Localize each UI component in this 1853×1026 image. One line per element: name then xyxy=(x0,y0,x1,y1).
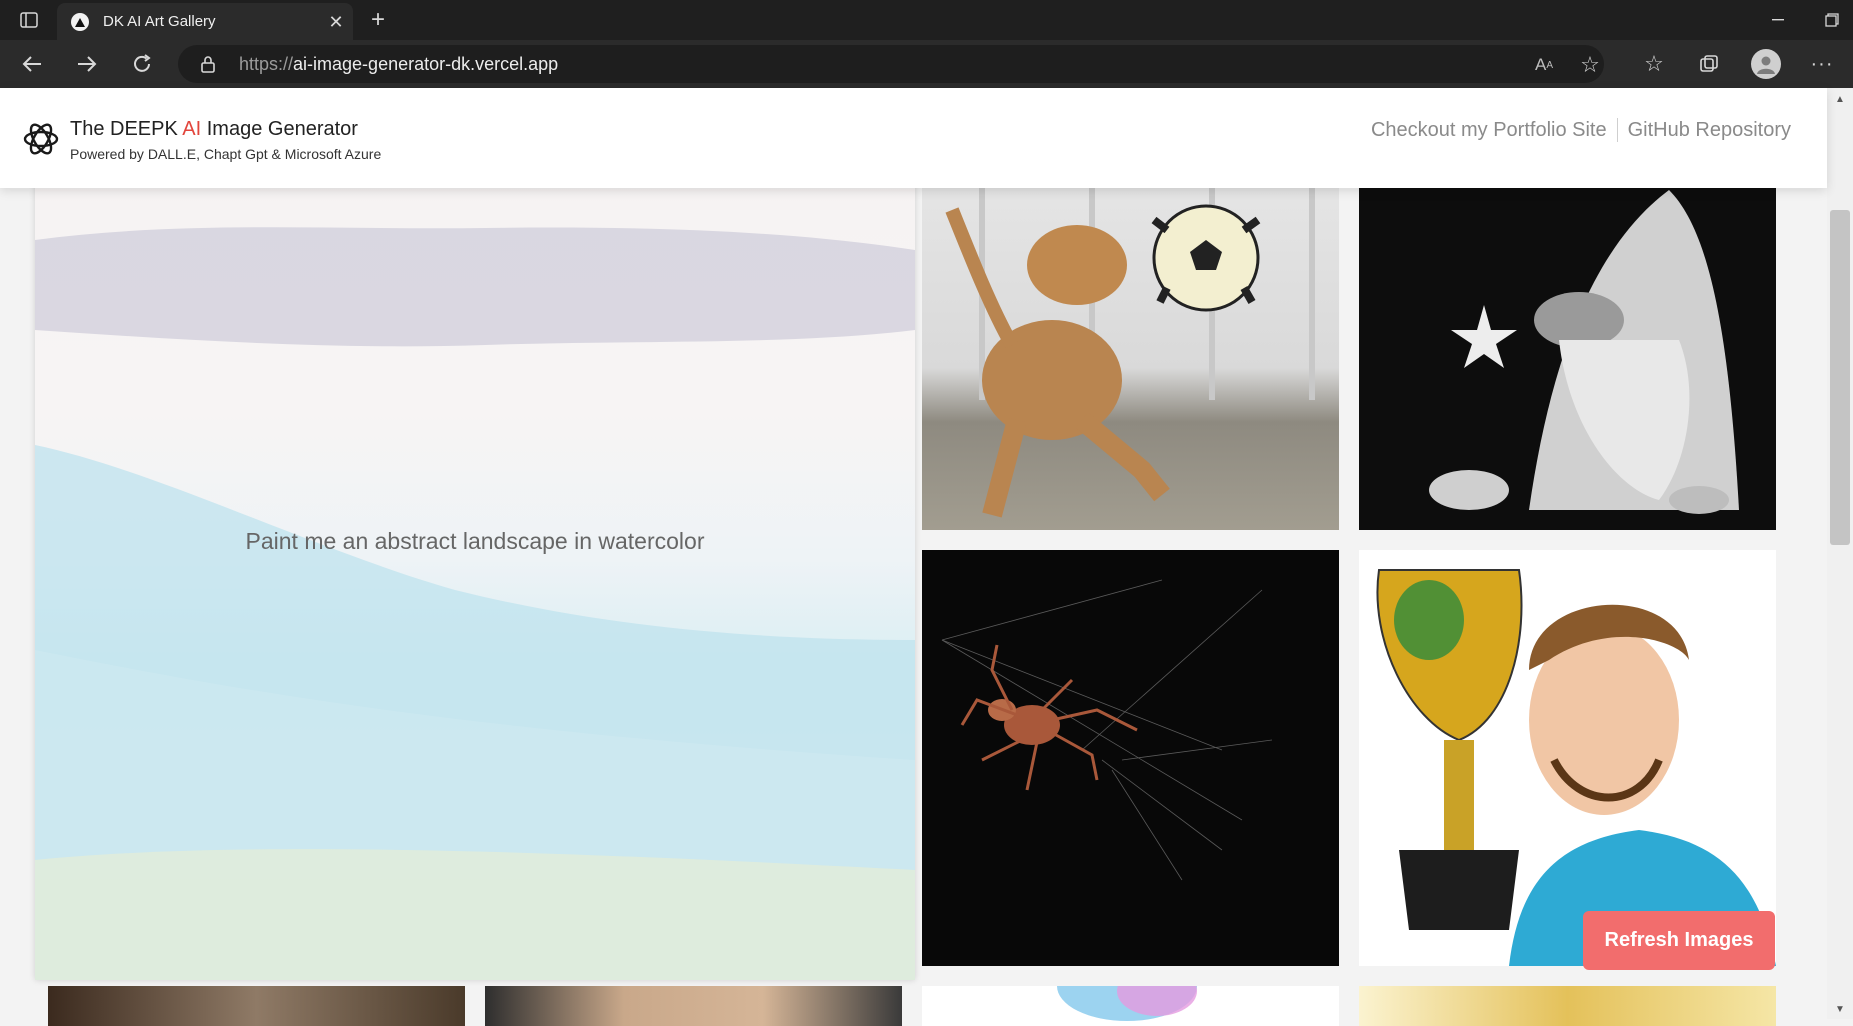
gnome-sculpture-image xyxy=(1429,190,1739,514)
nav-divider xyxy=(1616,118,1618,142)
scroll-up-arrow-icon[interactable]: ▲ xyxy=(1835,94,1845,105)
collections-icon[interactable] xyxy=(1695,50,1723,78)
gallery-image-spider[interactable] xyxy=(922,550,1339,966)
minimize-window-icon[interactable] xyxy=(1766,8,1790,32)
gallery-image-dog[interactable] xyxy=(922,170,1339,530)
site-title: The DEEPK AI Image Generator xyxy=(70,118,358,140)
spider-web-image xyxy=(941,579,1273,881)
gallery-image-footballer[interactable] xyxy=(1359,550,1776,966)
close-tab-icon[interactable]: ✕ xyxy=(327,12,345,32)
github-link[interactable]: GitHub Repository xyxy=(1628,119,1791,142)
url-text: https://ai-image-generator-dk.vercel.app xyxy=(239,54,559,74)
gallery-image-bottom-4[interactable] xyxy=(1359,986,1776,1026)
footballer-trophy-image xyxy=(1376,569,1776,966)
watercolor-landscape-image xyxy=(35,227,915,980)
gallery-image-bottom-1[interactable] xyxy=(48,986,465,1026)
restore-window-icon[interactable] xyxy=(1820,8,1844,32)
new-tab-icon[interactable]: + xyxy=(366,6,390,33)
site-favicon-icon xyxy=(71,13,89,31)
tab-title: DK AI Art Gallery xyxy=(103,13,216,30)
featured-image-card[interactable]: Paint me an abstract landscape in waterc… xyxy=(35,170,915,980)
browser-tab-active[interactable]: DK AI Art Gallery ✕ xyxy=(57,3,353,40)
reload-icon[interactable] xyxy=(128,51,156,77)
refresh-images-button[interactable]: Refresh Images xyxy=(1583,911,1775,970)
featured-prompt-text: Paint me an abstract landscape in waterc… xyxy=(245,528,705,554)
lock-icon[interactable] xyxy=(198,54,218,74)
favorites-icon[interactable]: ☆ xyxy=(1640,50,1668,78)
gallery-image-gnome[interactable] xyxy=(1359,170,1776,530)
back-icon[interactable] xyxy=(18,51,46,77)
gallery-image-bottom-2[interactable] xyxy=(485,986,902,1026)
forward-icon[interactable] xyxy=(73,51,101,77)
read-aloud-icon[interactable]: AA xyxy=(1532,53,1556,77)
openai-logo-icon[interactable] xyxy=(20,118,62,160)
browser-tab-bar: DK AI Art Gallery ✕ + xyxy=(0,0,1853,40)
more-options-icon[interactable]: ··· xyxy=(1808,50,1836,78)
site-subtitle: Powered by DALL.E, Chapt Gpt & Microsoft… xyxy=(70,146,382,162)
tab-actions-icon[interactable] xyxy=(16,8,42,32)
gallery-image-bottom-3[interactable] xyxy=(922,986,1339,1026)
header-nav: Checkout my Portfolio Site GitHub Reposi… xyxy=(1371,118,1791,142)
portfolio-link[interactable]: Checkout my Portfolio Site xyxy=(1371,119,1607,142)
scrollbar-thumb[interactable] xyxy=(1830,210,1850,545)
profile-avatar-icon[interactable] xyxy=(1751,49,1781,79)
dog-soccer-image xyxy=(945,170,1315,518)
scroll-down-arrow-icon[interactable]: ▼ xyxy=(1835,1004,1845,1015)
site-header: The DEEPK AI Image Generator Powered by … xyxy=(0,88,1827,188)
browser-toolbar: https://ai-image-generator-dk.vercel.app… xyxy=(0,40,1853,88)
address-bar[interactable]: https://ai-image-generator-dk.vercel.app… xyxy=(178,45,1604,83)
add-favorite-icon[interactable]: ☆ xyxy=(1578,52,1602,77)
